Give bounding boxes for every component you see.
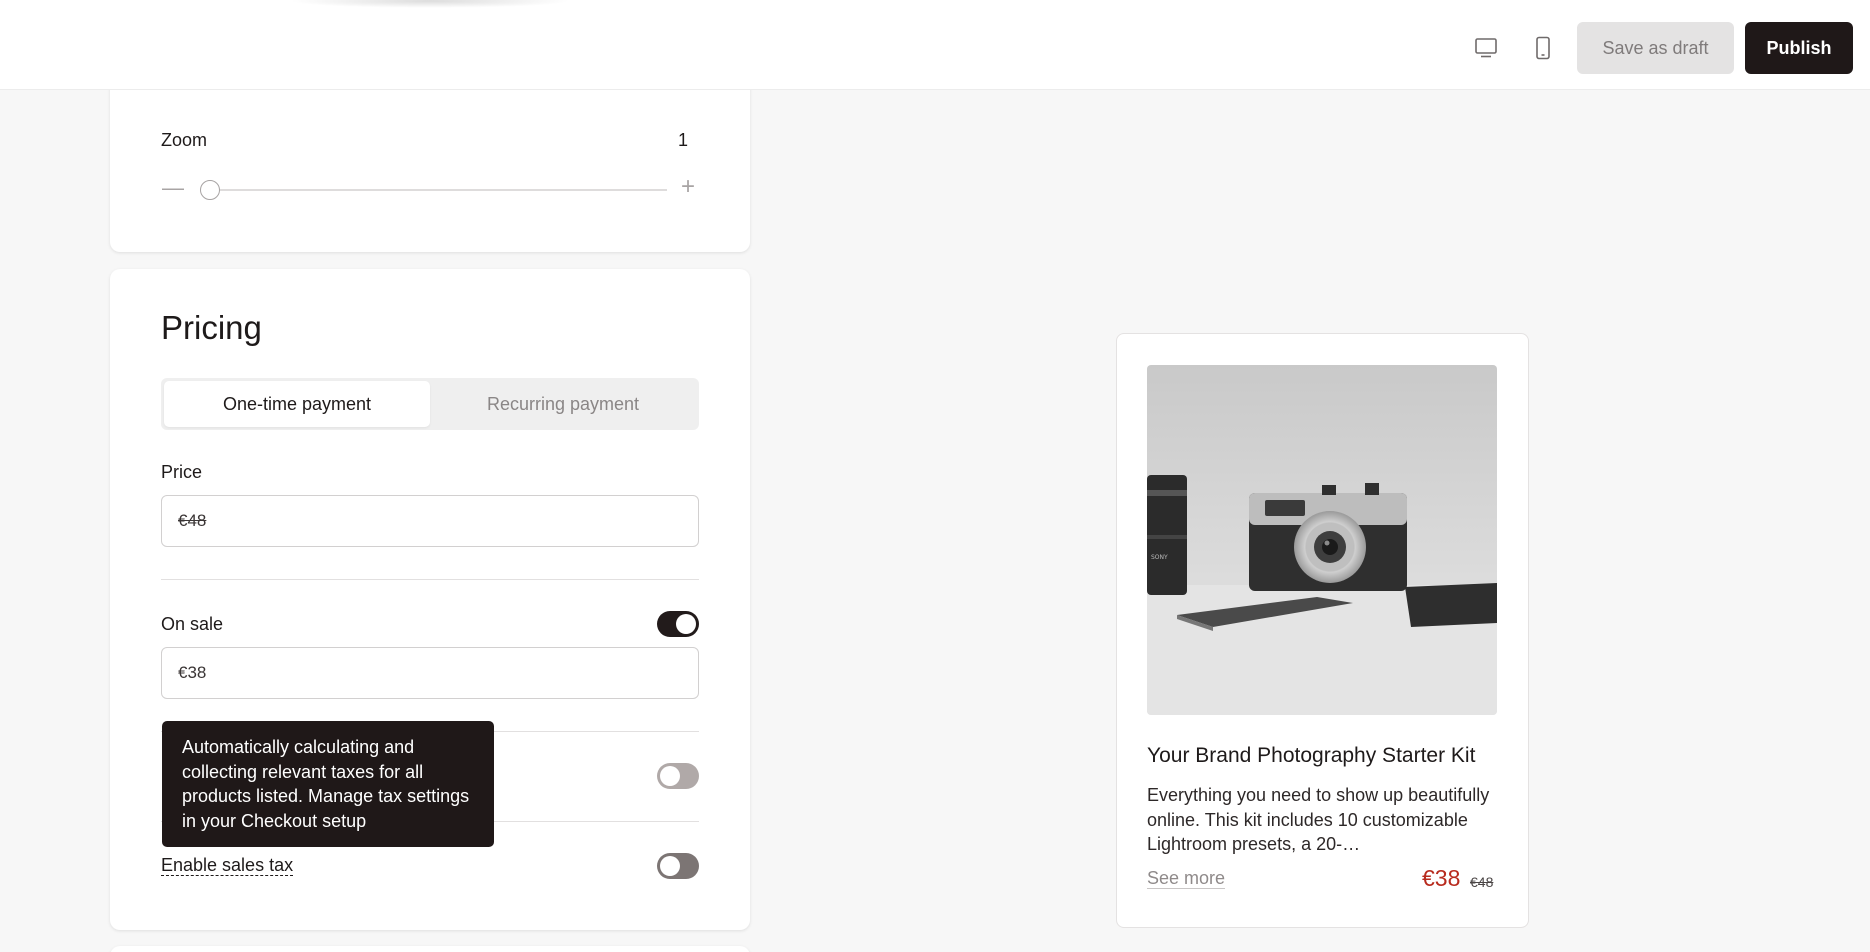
camera-photo: SONY: [1147, 365, 1497, 715]
pricing-title: Pricing: [161, 309, 262, 346]
on-sale-label: On sale: [161, 614, 224, 634]
svg-text:SONY: SONY: [1151, 554, 1168, 561]
auto-tax-toggle[interactable]: [657, 763, 699, 789]
zoom-minus-icon[interactable]: —: [162, 175, 184, 201]
blurred-thumbnail: [290, 0, 570, 8]
tab-one-time-payment[interactable]: One-time payment: [164, 381, 430, 427]
mobile-view-button[interactable]: [1525, 30, 1561, 66]
sales-tax-toggle[interactable]: [657, 853, 699, 879]
product-title: Your Brand Photography Starter Kit: [1147, 744, 1476, 767]
toggle-knob: [660, 766, 680, 786]
product-sale-price: €38: [1422, 865, 1461, 891]
desktop-icon: [1475, 38, 1497, 58]
toggle-knob: [676, 614, 696, 634]
pricing-card: Pricing One-time payment Recurring payme…: [110, 269, 750, 930]
payment-type-toggle: One-time payment Recurring payment: [161, 378, 699, 430]
on-sale-toggle[interactable]: [657, 611, 699, 637]
mobile-icon: [1536, 36, 1550, 60]
zoom-slider-handle[interactable]: [200, 180, 220, 200]
product-description: Everything you need to show up beautiful…: [1147, 785, 1490, 854]
tax-tooltip: Automatically calculating and collecting…: [162, 721, 494, 847]
product-original-price: €48: [1470, 874, 1494, 890]
save-as-draft-button[interactable]: Save as draft: [1577, 22, 1734, 74]
zoom-value: 1: [677, 130, 688, 150]
desktop-view-button[interactable]: [1468, 30, 1504, 66]
toggle-knob: [660, 856, 680, 876]
zoom-slider-track[interactable]: [206, 189, 667, 191]
see-more-link[interactable]: See more: [1147, 868, 1226, 889]
price-input[interactable]: [161, 495, 699, 547]
top-bar: Save as draft Publish: [0, 0, 1870, 90]
tab-recurring-payment[interactable]: Recurring payment: [430, 381, 696, 427]
enable-sales-tax-label[interactable]: Enable sales tax: [161, 855, 294, 876]
product-preview-card[interactable]: SONY Your Brand Photography Starter Kit …: [1116, 333, 1529, 928]
product-image: SONY: [1147, 365, 1497, 715]
divider: [161, 579, 699, 580]
zoom-plus-icon[interactable]: +: [681, 173, 695, 201]
publish-button[interactable]: Publish: [1745, 22, 1853, 74]
zoom-label: Zoom: [161, 130, 208, 150]
price-label: Price: [161, 462, 203, 482]
next-section-card: [110, 946, 750, 952]
sale-price-input[interactable]: [161, 647, 699, 699]
